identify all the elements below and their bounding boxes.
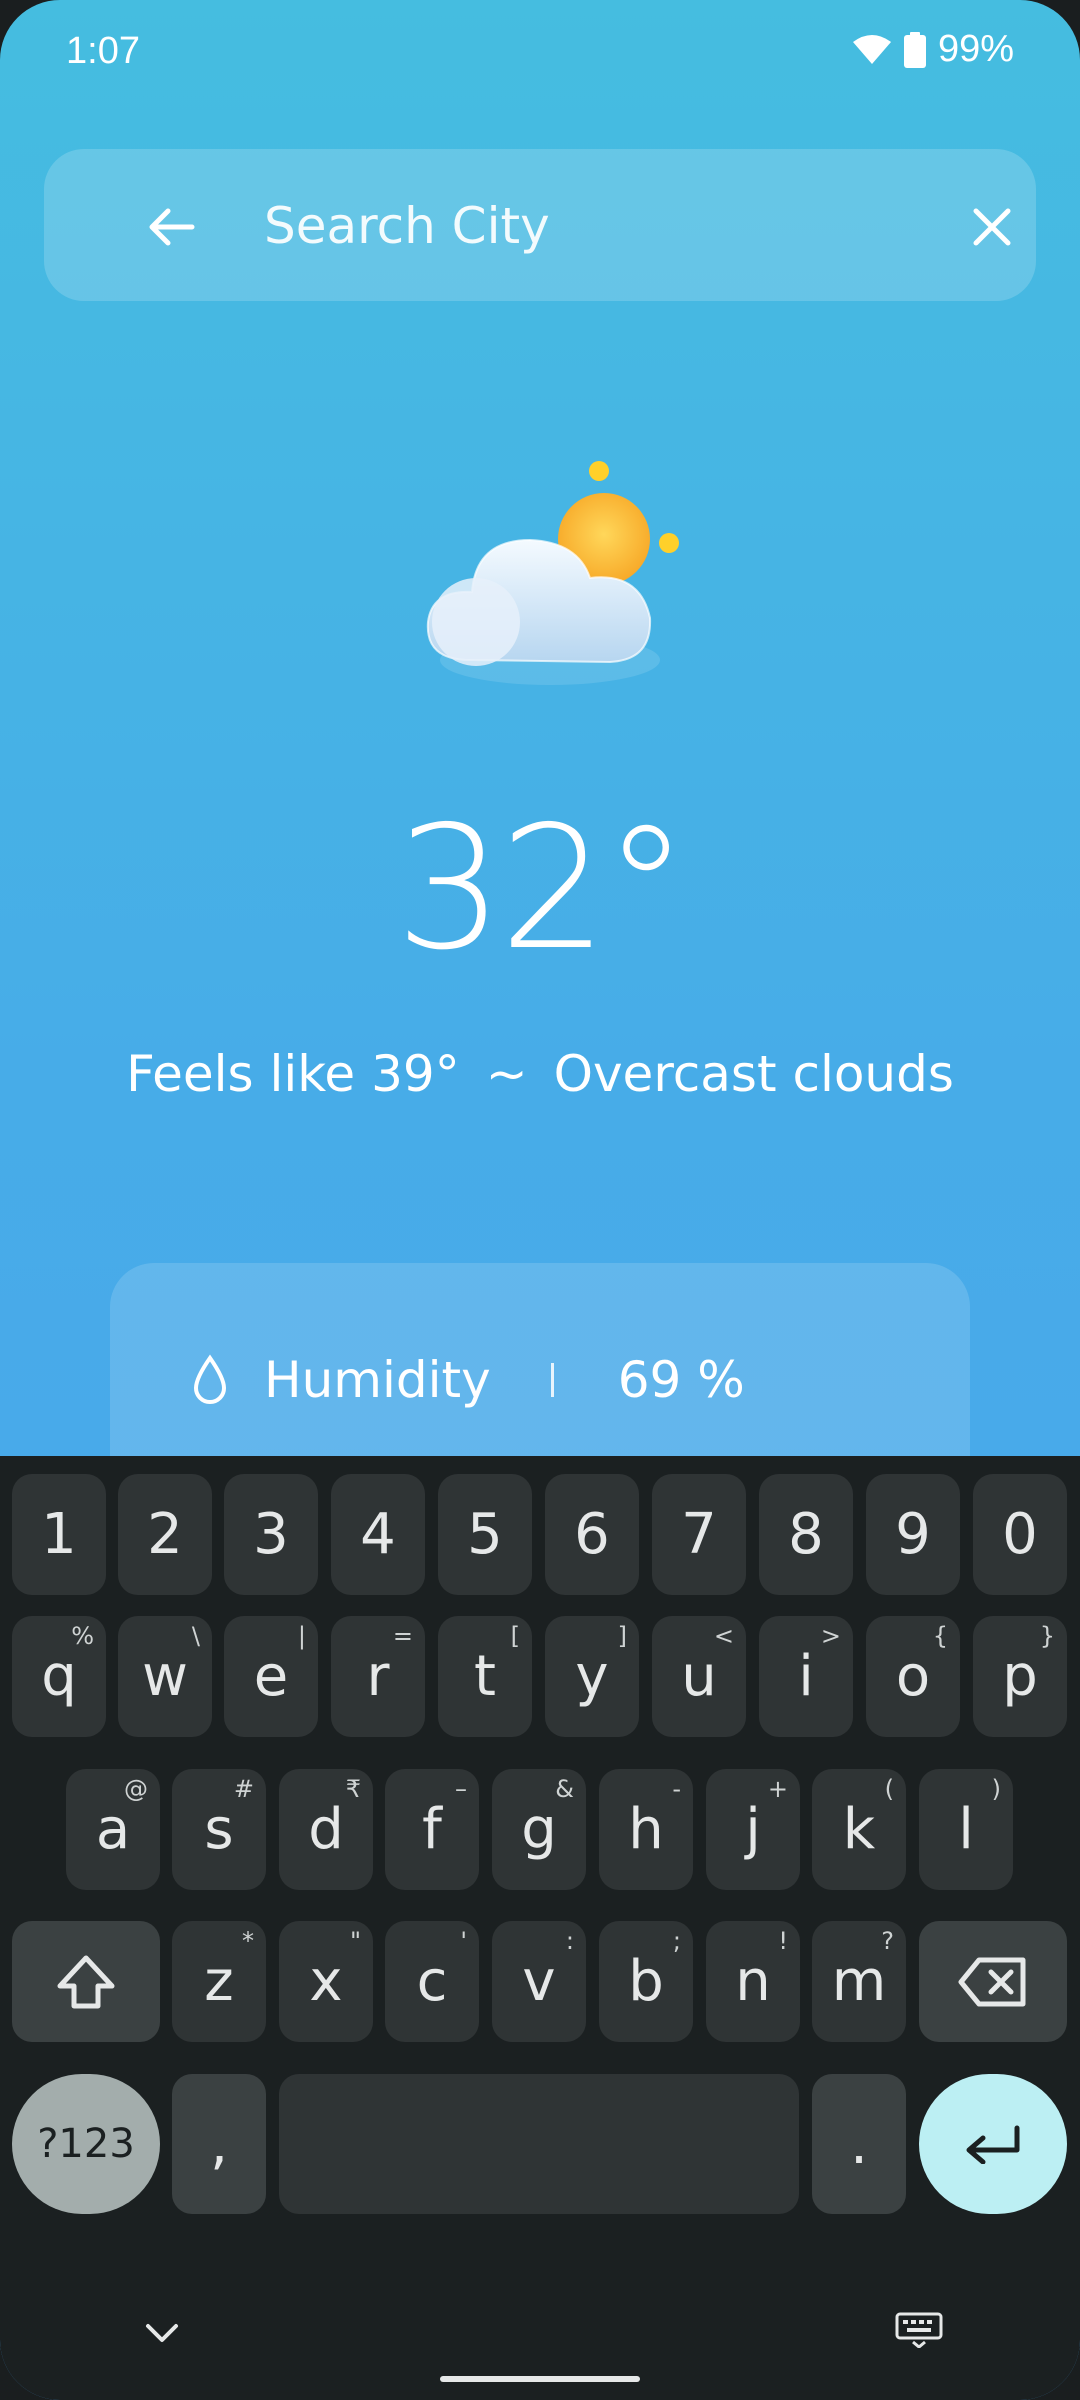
chevron-down-icon[interactable] bbox=[140, 2318, 184, 2348]
key-k[interactable]: k( bbox=[812, 1769, 906, 1890]
space-bar[interactable] bbox=[279, 2074, 799, 2214]
feels-like-text: Feels like 39° bbox=[126, 1045, 460, 1103]
search-bar bbox=[44, 149, 1036, 301]
key-j[interactable]: j + bbox=[706, 1769, 800, 1890]
key-c[interactable]: c ' bbox=[385, 1921, 479, 2042]
divider bbox=[550, 1363, 554, 1397]
key-3[interactable]: 3 bbox=[224, 1474, 318, 1595]
key-o[interactable]: o{ bbox=[866, 1616, 960, 1737]
search-city-input[interactable] bbox=[264, 189, 924, 263]
key-b[interactable]: b; bbox=[599, 1921, 693, 2042]
key-n[interactable]: n! bbox=[706, 1921, 800, 2042]
keyboard-switch-icon[interactable] bbox=[895, 2312, 943, 2348]
key-v[interactable]: v: bbox=[492, 1921, 586, 2042]
key-9[interactable]: 9 bbox=[866, 1474, 960, 1595]
key-x[interactable]: x " bbox=[279, 1921, 373, 2042]
key-u[interactable]: u < bbox=[652, 1616, 746, 1737]
key-2[interactable]: 2 bbox=[118, 1474, 212, 1595]
key-8[interactable]: 8 bbox=[759, 1474, 853, 1595]
shift-key[interactable] bbox=[12, 1921, 160, 2042]
enter-arrow-icon bbox=[966, 2125, 1020, 2164]
key-w[interactable]: w \ bbox=[118, 1616, 212, 1737]
humidity-label: Humidity bbox=[264, 1351, 491, 1409]
weather-summary: Feels like 39° ~ Overcast clouds bbox=[0, 1045, 1080, 1103]
status-icons: 99% bbox=[852, 28, 1014, 71]
comma-key[interactable]: , bbox=[172, 2074, 266, 2214]
home-indicator[interactable] bbox=[440, 2376, 640, 2382]
key-q[interactable]: q% bbox=[12, 1616, 106, 1737]
key-h[interactable]: h- bbox=[599, 1769, 693, 1890]
key-i[interactable]: i > bbox=[759, 1616, 853, 1737]
period-key[interactable]: . bbox=[812, 2074, 906, 2214]
battery-percent: 99% bbox=[937, 28, 1014, 70]
humidity-row: Humidity 69 % bbox=[190, 1351, 745, 1409]
key-1[interactable]: 1 bbox=[12, 1474, 106, 1595]
key-y[interactable]: y] bbox=[545, 1616, 639, 1737]
key-5[interactable]: 5 bbox=[438, 1474, 532, 1595]
battery-icon bbox=[903, 31, 926, 68]
key-t[interactable]: t[ bbox=[438, 1616, 532, 1737]
symbols-mode-key[interactable]: ?123 bbox=[12, 2074, 160, 2214]
wifi-icon bbox=[852, 34, 891, 64]
status-time: 1:07 bbox=[66, 30, 140, 72]
enter-key[interactable] bbox=[919, 2074, 1067, 2214]
key-6[interactable]: 6 bbox=[545, 1474, 639, 1595]
key-r[interactable]: r = bbox=[331, 1616, 425, 1737]
summary-separator: ~ bbox=[485, 1045, 528, 1103]
key-z[interactable]: z * bbox=[172, 1921, 266, 2042]
key-4[interactable]: 4 bbox=[331, 1474, 425, 1595]
key-e[interactable]: e | bbox=[224, 1616, 318, 1737]
key-p[interactable]: p} bbox=[973, 1616, 1067, 1737]
key-0[interactable]: 0 bbox=[973, 1474, 1067, 1595]
humidity-value: 69 % bbox=[617, 1351, 745, 1409]
key-s[interactable]: s # bbox=[172, 1769, 266, 1890]
close-icon[interactable] bbox=[964, 199, 1020, 255]
back-arrow-icon[interactable] bbox=[144, 199, 200, 255]
water-drop-icon bbox=[193, 1354, 227, 1404]
shift-arrow-icon bbox=[57, 1955, 115, 2008]
key-m[interactable]: m? bbox=[812, 1921, 906, 2042]
status-bar: 1:07 99% bbox=[0, 0, 1080, 100]
current-temperature: 32° bbox=[395, 790, 688, 988]
backspace-key[interactable] bbox=[919, 1921, 1067, 2042]
condition-text: Overcast clouds bbox=[553, 1045, 954, 1103]
weather-app-screen: 1:07 99% Search City 32° Feels like 39° … bbox=[0, 0, 1080, 2400]
soft-keyboard: 1 2 3 4 5 6 7 8 9 0 q% w \ e | r = t[ y] u <… bbox=[0, 1456, 1080, 2400]
key-7[interactable]: 7 bbox=[652, 1474, 746, 1595]
partly-cloudy-icon bbox=[426, 461, 679, 685]
key-f[interactable]: f – bbox=[385, 1769, 479, 1890]
key-g[interactable]: g & bbox=[492, 1769, 586, 1890]
backspace-icon bbox=[958, 1957, 1026, 2006]
key-a[interactable]: a @ bbox=[66, 1769, 160, 1890]
key-l[interactable]: l) bbox=[919, 1769, 1013, 1890]
key-d[interactable]: d ₹ bbox=[279, 1769, 373, 1890]
